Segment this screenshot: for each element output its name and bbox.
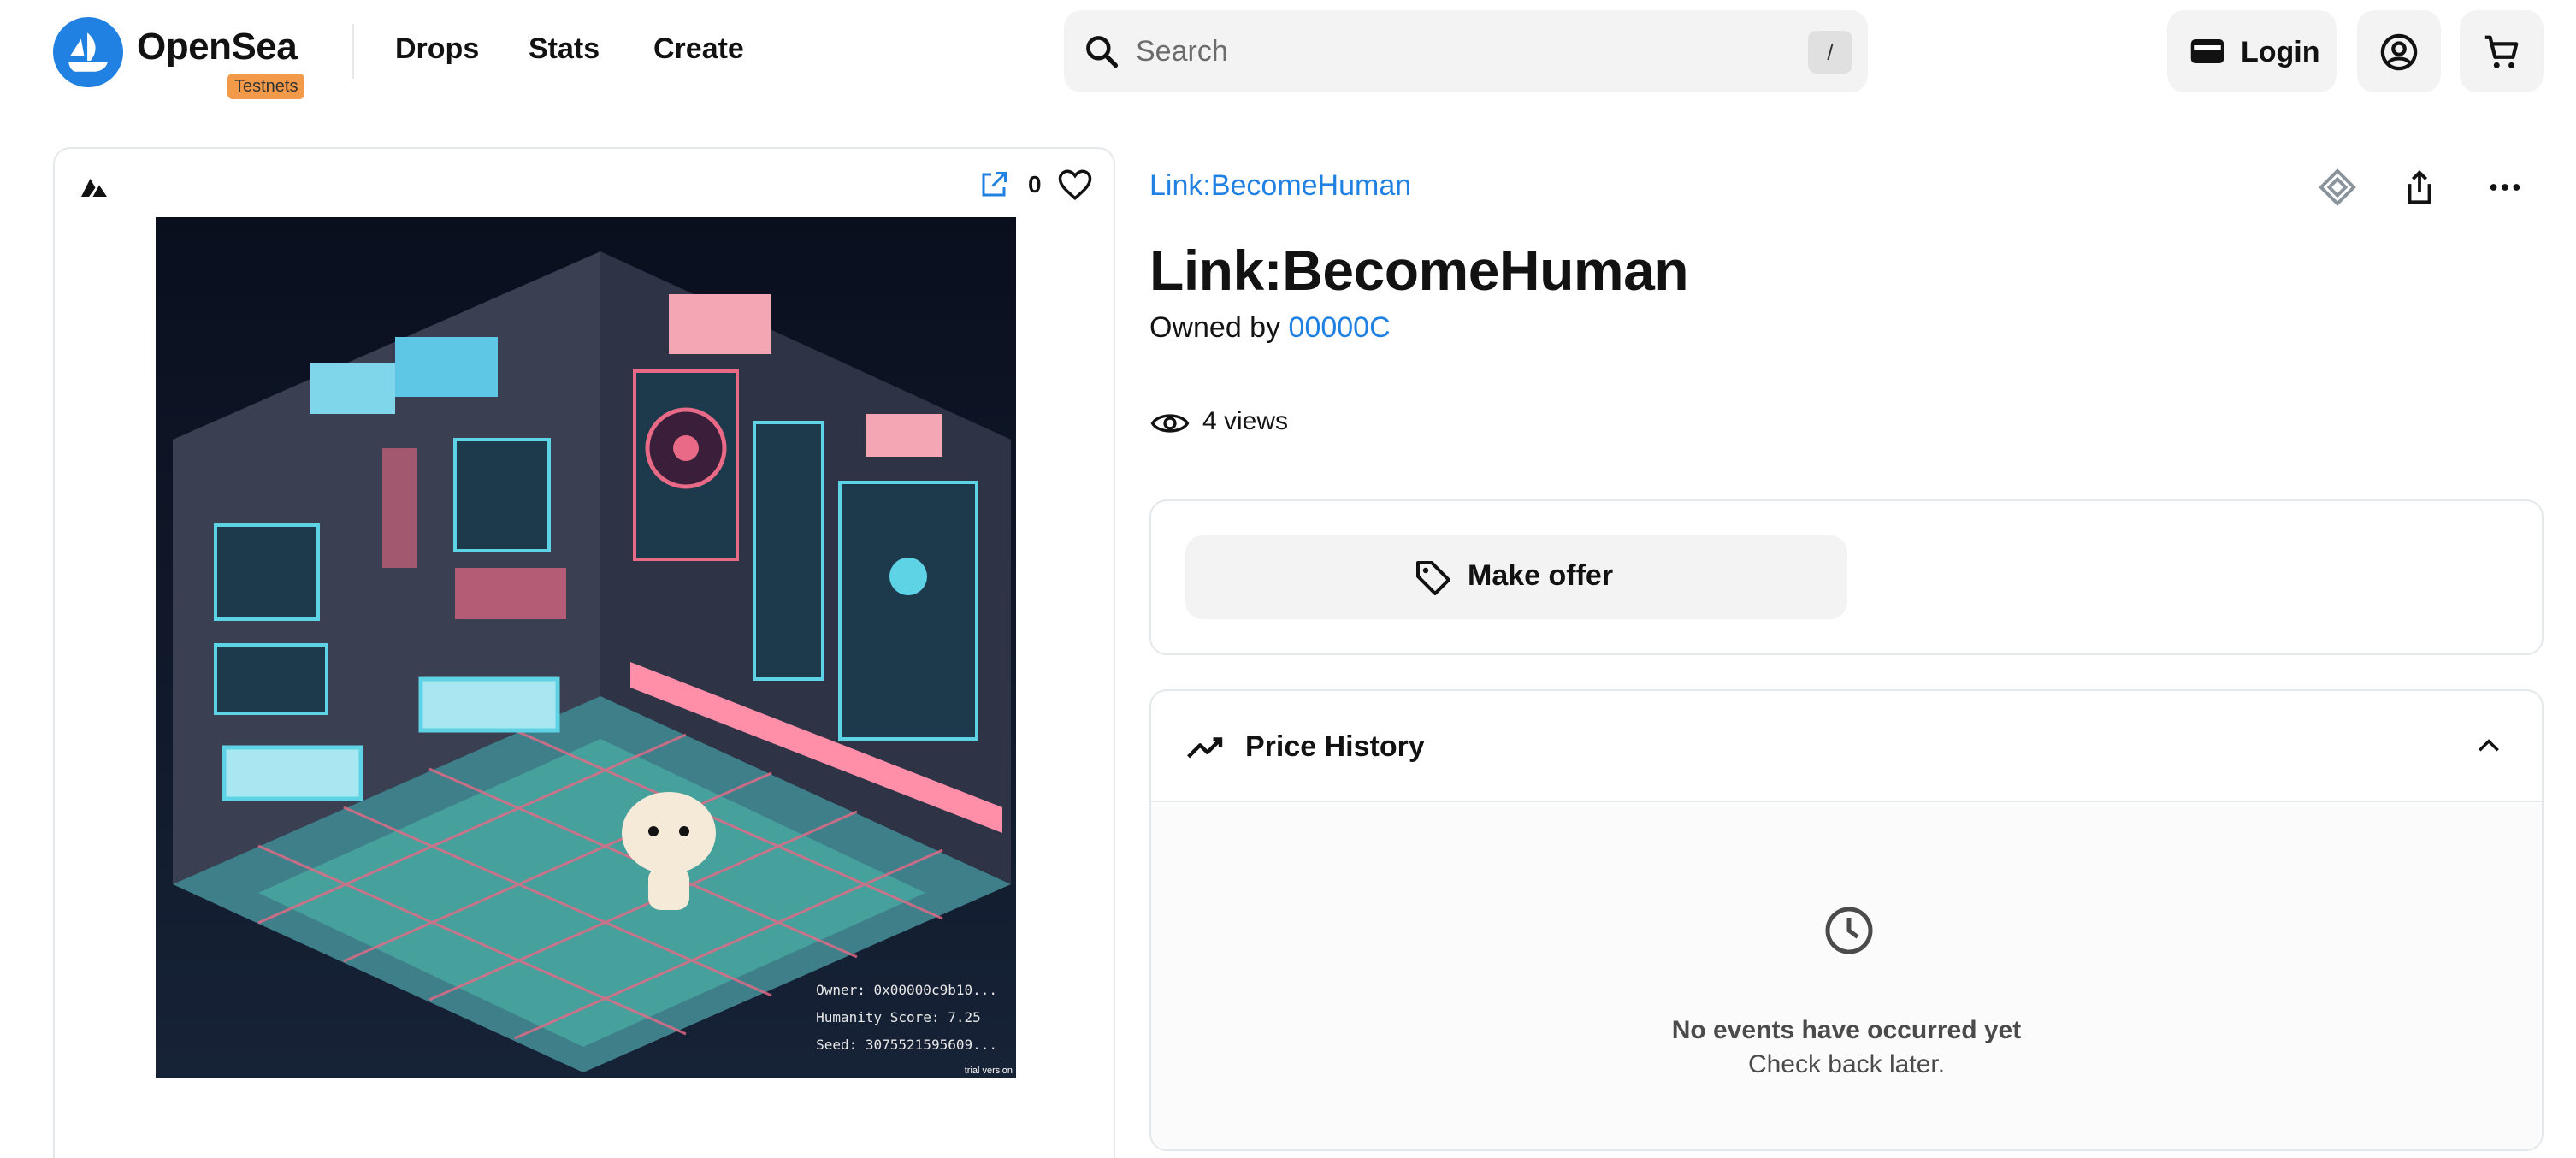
share-icon[interactable]: [2400, 168, 2439, 207]
login-label: Login: [2241, 36, 2320, 68]
artwork-caption: Owner: 0x00000c9b10... Humanity Score: 7…: [816, 977, 997, 1059]
item-title: Link:BecomeHuman: [1149, 239, 1689, 302]
account-button[interactable]: [2357, 10, 2441, 92]
header-divider: [352, 24, 354, 79]
clock-icon: [1825, 907, 1873, 954]
views-label: 4 views: [1202, 407, 1289, 435]
collection-link[interactable]: Link:BecomeHuman: [1149, 169, 1411, 203]
artwork-illustration: [156, 217, 1016, 1078]
make-offer-label: Make offer: [1468, 559, 1614, 592]
nav-drops[interactable]: Drops: [395, 32, 479, 66]
top-navbar: OpenSea Testnets Drops Stats Create / Lo…: [0, 0, 2576, 103]
cart-button[interactable]: [2460, 10, 2544, 92]
price-history-header[interactable]: Price History: [1151, 691, 2542, 802]
price-history-body: No events have occurred yet Check back l…: [1151, 804, 2542, 1149]
empty-state-subtitle: Check back later.: [1747, 1050, 1946, 1078]
eye-icon: [1150, 414, 1190, 433]
more-icon[interactable]: [2485, 168, 2525, 207]
account-icon: [2380, 33, 2418, 71]
owner-link[interactable]: 00000C: [1289, 311, 1391, 344]
search-shortcut-key: /: [1808, 31, 1852, 74]
heart-icon[interactable]: [1057, 168, 1093, 202]
artwork-score-line: Humanity Score: 7.25: [816, 1009, 981, 1025]
media-card: 0 Owner: 0x00000c9b10... Humanity Score:…: [53, 147, 1115, 1158]
artwork-seed-line: Seed: 3075521595609...: [816, 1037, 997, 1053]
chain-icon[interactable]: [79, 173, 109, 200]
favorite-count: 0: [1028, 171, 1042, 198]
search-bar[interactable]: /: [1064, 10, 1868, 92]
make-offer-button[interactable]: Make offer: [1185, 535, 1847, 619]
search-icon: [1086, 36, 1119, 68]
nav-stats[interactable]: Stats: [529, 32, 600, 66]
trial-watermark: trial version: [964, 1066, 1013, 1076]
empty-state-title: No events have occurred yet: [1671, 1016, 2022, 1044]
offer-deal-icon[interactable]: [2318, 168, 2357, 207]
login-button[interactable]: Login: [2167, 10, 2337, 92]
brand-name[interactable]: OpenSea: [137, 26, 298, 68]
price-history-title: Price History: [1245, 730, 1425, 763]
owned-by-line: Owned by 00000C: [1149, 311, 1391, 345]
nft-artwork-image[interactable]: Owner: 0x00000c9b10... Humanity Score: 7…: [156, 217, 1016, 1078]
testnets-badge: Testnets: [227, 74, 305, 99]
tag-icon: [1416, 561, 1450, 595]
artwork-owner-line: Owner: 0x00000c9b10...: [816, 982, 997, 998]
chevron-up-icon[interactable]: [2475, 736, 2502, 756]
nav-create[interactable]: Create: [653, 32, 744, 66]
cart-icon: [2484, 35, 2519, 68]
owned-by-label: Owned by: [1149, 311, 1281, 344]
price-history-panel: Price History No events have occurred ye…: [1149, 689, 2544, 1151]
offer-panel: Make offer: [1149, 499, 2544, 655]
wallet-icon: [2190, 39, 2224, 63]
search-input[interactable]: [1136, 29, 1734, 74]
trend-icon: [1187, 737, 1223, 759]
opensea-logo-icon[interactable]: [53, 17, 123, 87]
external-link-icon[interactable]: [978, 169, 1009, 200]
